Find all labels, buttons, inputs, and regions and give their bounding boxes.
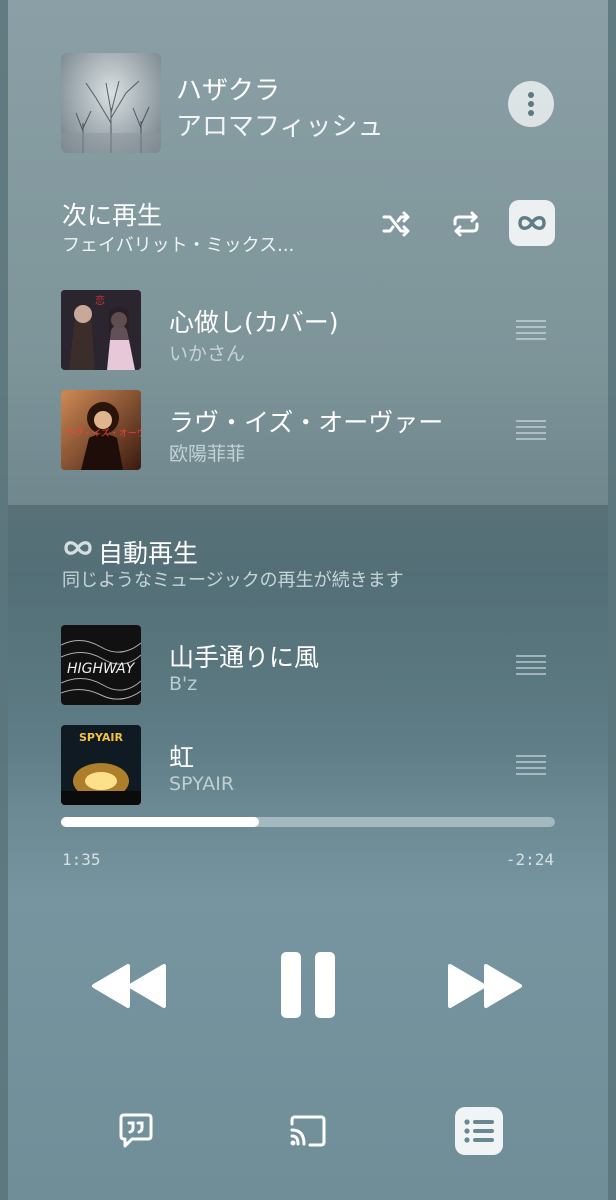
more-vertical-icon-dot <box>528 110 534 116</box>
more-vertical-icon-dot <box>528 101 534 107</box>
queue-button[interactable] <box>455 1107 503 1155</box>
svg-text:ラヴ・イズ・オーヴァー: ラヴ・イズ・オーヴァー <box>65 427 141 439</box>
up-next-subtitle: フェイバリット・ミックス... <box>62 235 295 256</box>
up-next-title: 次に再生 <box>62 201 163 230</box>
more-vertical-icon <box>528 92 534 98</box>
elapsed-time: 1:35 <box>62 850 101 869</box>
queue-list-icon <box>464 1119 494 1143</box>
track-title: 山手通りに風 <box>169 643 320 672</box>
repeat-icon[interactable] <box>450 210 482 238</box>
track-title: 心做し(カバー) <box>169 308 339 337</box>
track-artist: いかさん <box>169 343 246 365</box>
reorder-handle-icon[interactable] <box>516 420 546 444</box>
track-title: ラヴ・イズ・オーヴァー <box>169 408 444 437</box>
now-playing-title: ハザクラ <box>176 76 281 106</box>
infinity-icon <box>64 541 92 555</box>
reorder-handle-icon[interactable] <box>516 320 546 344</box>
more-options-button[interactable] <box>508 81 554 127</box>
pause-icon[interactable] <box>279 950 337 1020</box>
track-artwork[interactable]: ラヴ・イズ・オーヴァー <box>61 390 141 470</box>
left-edge <box>0 0 8 1200</box>
cast-icon[interactable] <box>288 1114 328 1148</box>
fast-forward-icon[interactable] <box>446 962 524 1010</box>
infinity-icon <box>518 216 546 230</box>
svg-text:HIGHWAY: HIGHWAY <box>67 661 136 677</box>
track-artwork[interactable]: SPYAIR <box>61 725 141 805</box>
track-artist: B'z <box>169 673 198 695</box>
remaining-time: -2:24 <box>505 850 554 869</box>
track-artist: 欧陽菲菲 <box>169 443 246 465</box>
svg-text:恋: 恋 <box>95 294 105 307</box>
autoplay-title: 自動再生 <box>98 539 199 568</box>
shuffle-icon[interactable] <box>381 210 413 238</box>
track-artist: SPYAIR <box>169 773 235 795</box>
now-playing-artist: アロマフィッシュ <box>176 112 384 142</box>
right-edge <box>608 0 616 1200</box>
reorder-handle-icon[interactable] <box>516 755 546 779</box>
track-artwork[interactable]: 恋 <box>61 290 141 370</box>
lyrics-quote-icon[interactable] <box>118 1112 154 1150</box>
svg-text:SPYAIR: SPYAIR <box>79 731 124 744</box>
track-artwork[interactable]: HIGHWAY <box>61 625 141 705</box>
track-title: 虹 <box>169 743 195 772</box>
autoplay-subtitle: 同じようなミュージックの再生が続きます <box>62 570 404 591</box>
playback-progress-fill <box>61 817 259 827</box>
rewind-icon[interactable] <box>90 962 168 1010</box>
reorder-handle-icon[interactable] <box>516 655 546 679</box>
playback-progress-bar[interactable] <box>61 817 555 827</box>
autoplay-toggle-button[interactable] <box>509 200 555 246</box>
now-playing-artwork[interactable] <box>61 53 161 153</box>
